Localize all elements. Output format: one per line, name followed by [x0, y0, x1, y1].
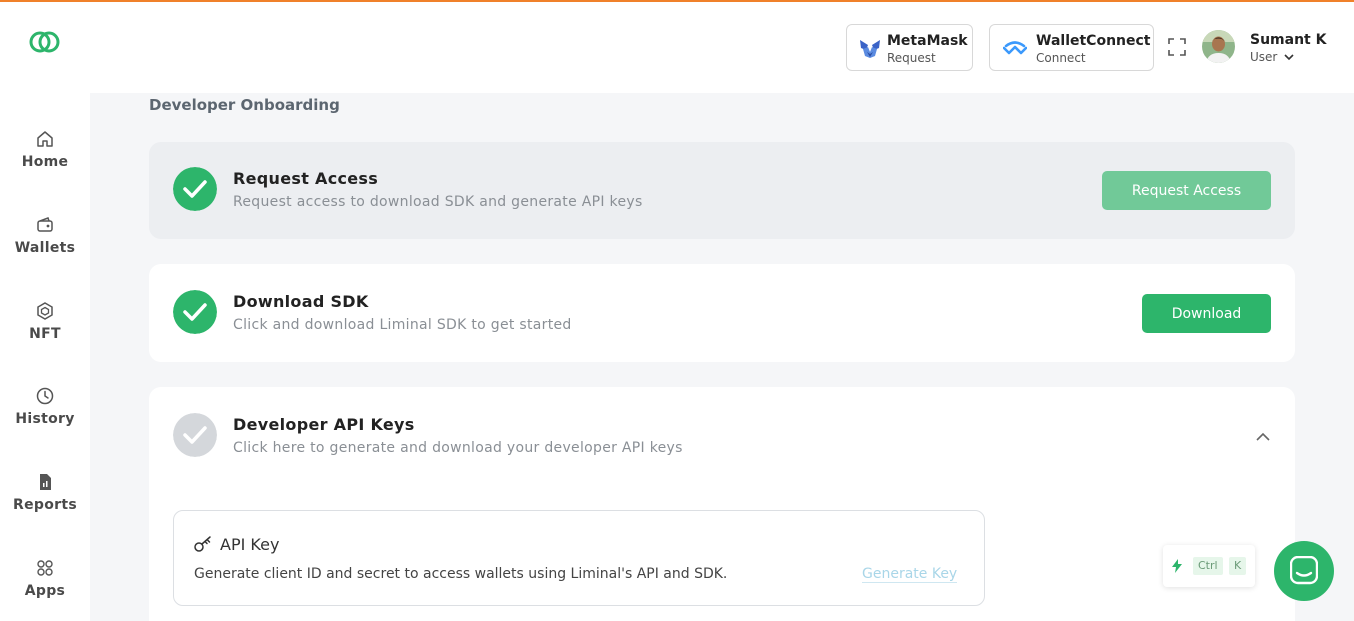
metamask-button[interactable]: MetaMask Request [846, 24, 973, 71]
request-access-button[interactable]: Request Access [1102, 171, 1271, 210]
check-circle-icon [173, 413, 217, 457]
main-content: Developer Onboarding Request Access Requ… [90, 93, 1354, 621]
sidebar: Home Wallets NFT History Reports Apps [0, 93, 90, 621]
api-key-title: API Key [220, 535, 280, 554]
key-icon [194, 536, 211, 552]
ctrl-key: Ctrl [1193, 557, 1223, 575]
step-card-download-sdk: Download SDK Click and download Liminal … [149, 264, 1295, 362]
user-photo-icon [1202, 30, 1235, 63]
user-role-label: User [1250, 50, 1278, 64]
wallet-icon [37, 217, 53, 232]
api-key-description: Generate client ID and secret to access … [194, 566, 728, 582]
step-title: Developer API Keys [233, 415, 415, 434]
avatar[interactable] [1202, 30, 1235, 63]
chevron-down-icon [1284, 54, 1294, 61]
hexagon-icon [37, 302, 53, 320]
page-title: Developer Onboarding [149, 96, 340, 114]
sidebar-item-history[interactable]: History [0, 386, 90, 427]
walletconnect-name: WalletConnect [1036, 33, 1151, 49]
step-card-api-keys: Developer API Keys Click here to generat… [149, 387, 1295, 621]
sidebar-item-label: Apps [24, 583, 66, 599]
download-button[interactable]: Download [1142, 294, 1271, 333]
k-key: K [1229, 557, 1247, 575]
chevron-up-icon[interactable] [1256, 432, 1270, 441]
walletconnect-icon [1003, 41, 1027, 55]
sidebar-item-wallets[interactable]: Wallets [0, 215, 90, 256]
sidebar-item-label: NFT [29, 326, 61, 342]
step-description: Click and download Liminal SDK to get st… [233, 317, 572, 333]
document-icon [40, 474, 51, 490]
sidebar-item-apps[interactable]: Apps [0, 558, 90, 599]
home-icon [37, 131, 53, 147]
sidebar-item-reports[interactable]: Reports [0, 472, 90, 513]
user-role-dropdown[interactable]: User [1250, 50, 1294, 64]
metamask-name: MetaMask [887, 33, 968, 49]
fullscreen-icon[interactable] [1168, 38, 1186, 56]
sidebar-item-label: Wallets [14, 240, 76, 256]
user-name: Sumant K [1250, 32, 1327, 48]
step-description: Click here to generate and download your… [233, 440, 683, 456]
chat-icon [1290, 556, 1318, 585]
lightning-icon [1172, 559, 1182, 573]
top-accent-line [0, 0, 1354, 2]
shortcut-hint[interactable]: Ctrl K [1163, 545, 1255, 587]
sidebar-item-label: History [15, 411, 75, 427]
sidebar-item-label: Reports [13, 497, 77, 513]
walletconnect-button[interactable]: WalletConnect Connect [989, 24, 1154, 71]
metamask-sub: Request [887, 51, 936, 65]
chat-launcher-button[interactable] [1274, 541, 1334, 601]
step-description: Request access to download SDK and gener… [233, 194, 643, 210]
generate-key-link[interactable]: Generate Key [862, 566, 958, 583]
clock-icon [36, 387, 54, 405]
check-circle-icon [173, 167, 217, 211]
api-key-panel: API Key Generate client ID and secret to… [173, 510, 985, 606]
sidebar-item-home[interactable]: Home [0, 129, 90, 170]
walletconnect-sub: Connect [1036, 51, 1086, 65]
sidebar-item-label: Home [21, 154, 69, 170]
metamask-fox-icon [860, 40, 880, 58]
step-title: Download SDK [233, 292, 369, 311]
check-circle-icon [173, 290, 217, 334]
rings-logo-icon[interactable] [28, 30, 62, 54]
step-title: Request Access [233, 169, 379, 188]
step-card-request-access: Request Access Request access to downloa… [149, 142, 1295, 239]
sidebar-item-nft[interactable]: NFT [0, 301, 90, 342]
apps-grid-icon [37, 560, 53, 576]
